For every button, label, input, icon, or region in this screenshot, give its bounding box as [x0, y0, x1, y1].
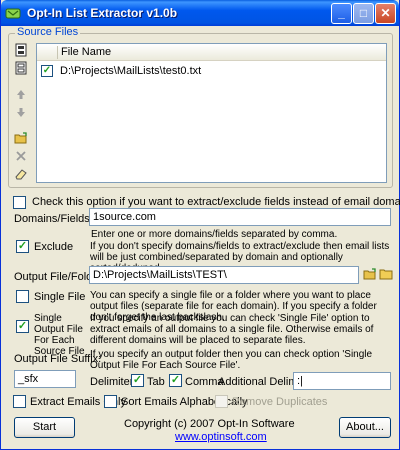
file-path: D:\Projects\MailLists\test0.txt [60, 65, 202, 77]
domains-label: Domains/Fields: [14, 213, 93, 225]
uncheck-all-icon[interactable] [14, 61, 28, 75]
domains-input[interactable]: 1source.com [89, 208, 391, 226]
browse-file-icon[interactable] [363, 267, 377, 281]
list-header: File Name [37, 44, 386, 61]
minimize-button[interactable]: _ [331, 3, 352, 24]
copyright-text: Copyright (c) 2007 Opt-In Software [124, 418, 295, 430]
comma-checkbox[interactable]: ✓ [169, 374, 182, 387]
main-window: Opt-In List Extractor v1.0b _ □ ✕ Source… [0, 0, 400, 450]
remove-duplicates-label: Remove Duplicates [232, 396, 328, 408]
source-files-group: Source Files File Name ✓ D:\Projects\Mai… [8, 26, 393, 188]
check-all-icon[interactable] [14, 43, 28, 57]
move-down-icon[interactable] [14, 105, 28, 119]
eraser-icon[interactable] [14, 167, 28, 181]
extract-fields-checkbox[interactable] [13, 196, 26, 209]
list-item[interactable]: ✓ D:\Projects\MailLists\test0.txt [37, 63, 386, 79]
output-folder-description: If you specify an output folder then you… [90, 349, 373, 371]
remove-duplicates-checkbox[interactable] [215, 395, 228, 408]
single-output-description: If you specify an output file you can ch… [90, 313, 374, 346]
file-checkbox[interactable]: ✓ [41, 65, 53, 77]
browse-folder-icon[interactable] [379, 267, 393, 281]
open-folder-icon[interactable] [14, 131, 28, 145]
suffix-input[interactable]: _sfx [14, 370, 76, 388]
tab-checkbox[interactable]: ✓ [131, 374, 144, 387]
exclude-checkbox[interactable]: ✓ [16, 240, 29, 253]
single-output-checkbox[interactable]: ✓ [16, 320, 29, 333]
maximize-button[interactable]: □ [353, 3, 374, 24]
file-list[interactable]: File Name ✓ D:\Projects\MailLists\test0.… [36, 43, 387, 183]
single-output-label: Single Output File For Each Source File [34, 313, 85, 357]
extract-fields-label: Check this option if you want to extract… [32, 196, 400, 208]
about-button[interactable]: About... [339, 417, 391, 438]
website-link[interactable]: www.optinsoft.com [175, 431, 267, 443]
additional-delimiters-input[interactable]: :| [293, 372, 391, 390]
move-up-icon[interactable] [14, 87, 28, 101]
single-file-checkbox[interactable] [16, 290, 29, 303]
title-bar[interactable]: Opt-In List Extractor v1.0b _ □ ✕ [1, 0, 399, 26]
file-name-column-header[interactable]: File Name [61, 46, 111, 58]
domains-hint: Enter one or more domains/fields separat… [91, 229, 338, 240]
close-button[interactable]: ✕ [375, 3, 396, 24]
sort-emails-checkbox[interactable] [104, 395, 117, 408]
app-icon [5, 8, 21, 19]
single-file-label: Single File [34, 291, 86, 303]
exclude-label: Exclude [34, 241, 74, 253]
sort-emails-label: Sort Emails Alphabetically [121, 396, 248, 408]
tab-label: Tab [147, 376, 165, 388]
start-button[interactable]: Start [14, 417, 75, 438]
output-input[interactable]: D:\Projects\MailLists\TEST\ [89, 266, 359, 284]
suffix-label: Output File Suffix: [14, 353, 102, 365]
source-files-label: Source Files [15, 26, 81, 38]
extract-emails-only-checkbox[interactable] [13, 395, 26, 408]
window-title: Opt-In List Extractor v1.0b [27, 6, 178, 20]
remove-icon[interactable] [14, 149, 28, 163]
